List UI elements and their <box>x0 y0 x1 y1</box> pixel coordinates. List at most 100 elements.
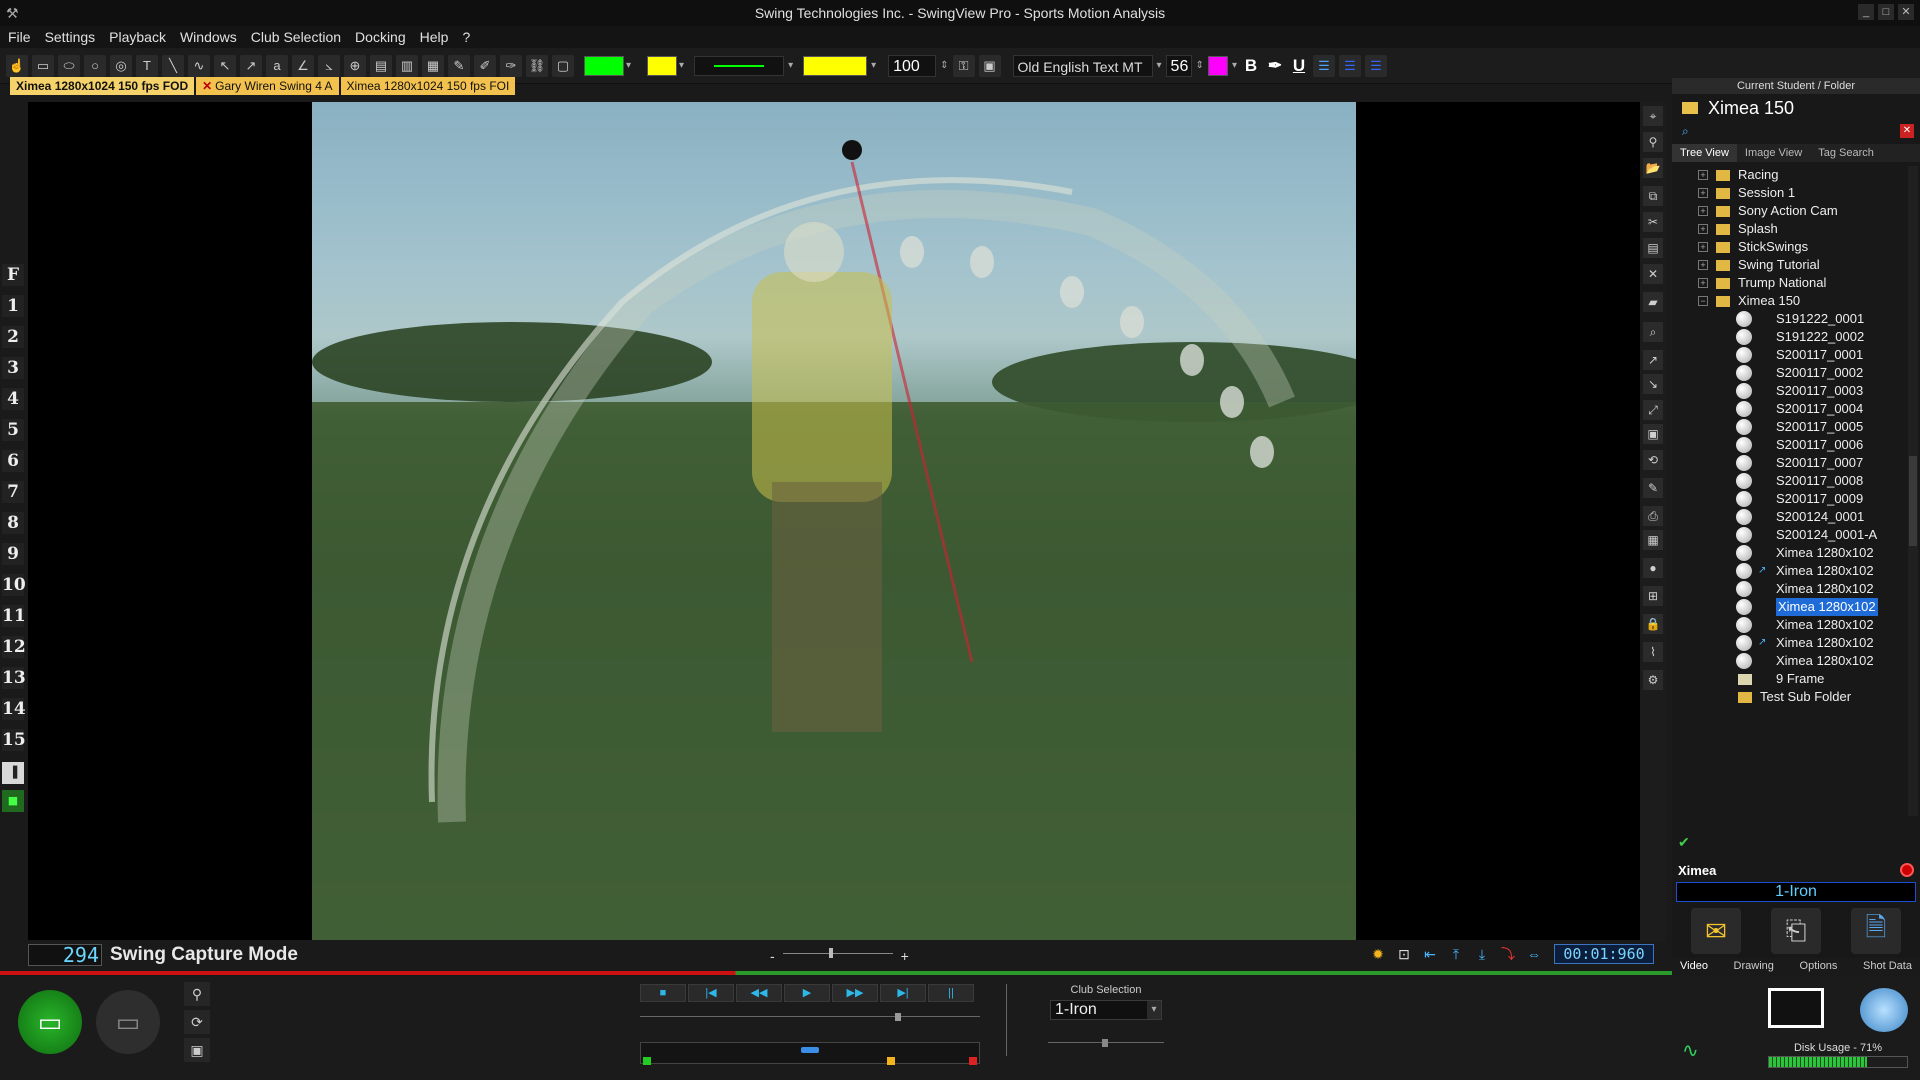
tree-file[interactable]: Ximea 1280x102 <box>1672 616 1912 634</box>
tree-file[interactable]: S200124_0001-A <box>1672 526 1912 544</box>
graph-icon[interactable]: ↗ <box>1643 350 1663 370</box>
text-tool-icon[interactable]: T <box>136 54 158 77</box>
stop-button[interactable]: ■ <box>640 984 686 1002</box>
expand-icon[interactable]: + <box>1698 188 1708 198</box>
tab-video[interactable]: Video <box>1680 960 1708 972</box>
angle-tool-icon[interactable]: ∠ <box>292 54 314 77</box>
tree-file[interactable]: Ximea 1280x102 <box>1672 544 1912 562</box>
tree-folder[interactable]: + Swing Tutorial <box>1672 256 1912 274</box>
monitor-icon[interactable]: ▣ <box>184 1038 210 1062</box>
swing-icon[interactable]: ⟳ <box>184 1010 210 1034</box>
font-select[interactable]: Old English Text MT <box>1012 54 1153 77</box>
tree-file[interactable]: S200117_0002 <box>1672 364 1912 382</box>
settings-tool-icon[interactable]: ⚙ <box>1643 670 1663 690</box>
grid-tool-icon[interactable]: ▦ <box>422 54 444 77</box>
eyedropper-icon[interactable]: ✑ <box>500 54 522 77</box>
opacity-input[interactable]: 100 <box>888 54 937 77</box>
chevron-down-icon[interactable]: ▾ <box>626 60 631 71</box>
label-11[interactable]: 11 <box>2 605 26 627</box>
pointer-tool-icon[interactable]: ☝ <box>6 54 28 77</box>
frame-icon[interactable]: ▢ <box>552 54 574 77</box>
rectangle-tool-icon[interactable]: ▭ <box>32 54 54 77</box>
lock-icon[interactable]: ⚿ <box>952 54 975 77</box>
line-style-select[interactable] <box>694 55 785 76</box>
tree-file[interactable]: S191222_0002 <box>1672 328 1912 346</box>
swing-video-frame[interactable] <box>312 102 1356 940</box>
tree-file[interactable]: S200117_0007 <box>1672 454 1912 472</box>
tab-gary-wiren[interactable]: ✕ Gary Wiren Swing 4 A <box>196 77 339 95</box>
menu-file[interactable]: File <box>8 29 31 45</box>
disc-icon[interactable] <box>1860 988 1908 1032</box>
expand-icon[interactable]: + <box>1698 278 1708 288</box>
zoom-slider[interactable] <box>782 948 893 959</box>
end-marker[interactable] <box>969 1057 977 1065</box>
menu-about[interactable]: ? <box>462 29 470 45</box>
lock-icon[interactable]: 🔒 <box>1643 614 1663 634</box>
delete-icon[interactable]: ✕ <box>1643 264 1663 284</box>
speed-slider-knob[interactable] <box>895 1013 901 1021</box>
zoom-slider-knob[interactable] <box>828 948 833 958</box>
zoom-icon[interactable]: ⌕ <box>1643 322 1663 342</box>
ruler-tool-icon[interactable]: ▤ <box>370 54 392 77</box>
club-slider-knob[interactable] <box>1102 1039 1108 1047</box>
waveform-icon[interactable]: ∿ <box>1682 1038 1712 1064</box>
tab-options[interactable]: Options <box>1800 960 1838 972</box>
tree-folder[interactable]: + Sony Action Cam <box>1672 202 1912 220</box>
tree-file[interactable]: S200117_0004 <box>1672 400 1912 418</box>
camera-icon[interactable]: ⚲ <box>1643 132 1663 152</box>
bold-button[interactable]: B <box>1241 56 1261 76</box>
circle-tool-icon[interactable]: ○ <box>84 54 106 77</box>
menu-settings[interactable]: Settings <box>45 29 96 45</box>
calculator-icon[interactable]: ▦ <box>1643 530 1663 550</box>
compass-tool-icon[interactable]: ⊕ <box>344 54 366 77</box>
tree-folder[interactable]: + StickSwings <box>1672 238 1912 256</box>
abc-tool-icon[interactable]: a <box>266 54 288 77</box>
paste-icon[interactable]: ▤ <box>1643 238 1663 258</box>
open-folder-icon[interactable]: 📂 <box>1643 158 1663 178</box>
expand-icon[interactable]: − <box>1698 296 1708 306</box>
link-icon[interactable]: ⛓ <box>526 54 548 77</box>
label-13[interactable]: 13 <box>2 667 26 689</box>
fast-forward-button[interactable]: ▶▶ <box>832 984 878 1002</box>
pause-button[interactable]: || <box>928 984 974 1002</box>
text-color-swatch[interactable] <box>1207 55 1228 76</box>
chevron-down-icon[interactable]: ▾ <box>679 60 684 71</box>
sun-icon[interactable]: ✹ <box>1368 944 1388 964</box>
copy-icon[interactable]: ⧉ <box>1643 186 1663 206</box>
range-icon[interactable]: ⇔ <box>1524 944 1544 964</box>
loop-icon[interactable]: ⟲ <box>1643 450 1663 470</box>
arrow-tool-icon[interactable]: ↖ <box>214 54 236 77</box>
clip-marker-icon[interactable]: ▐ <box>2 762 24 784</box>
tree-file[interactable]: S200117_0008 <box>1672 472 1912 490</box>
tree-file[interactable]: Ximea 1280x102 <box>1672 652 1912 670</box>
tree-file[interactable]: Ximea 1280x102 <box>1672 598 1912 616</box>
secondary-camera-button[interactable]: ▭ <box>96 990 160 1054</box>
tree-folder[interactable]: + Session 1 <box>1672 184 1912 202</box>
line-color-picker[interactable]: ▾ <box>578 55 637 76</box>
compare-icon[interactable]: ⊡ <box>1394 944 1414 964</box>
fill-color-swatch[interactable] <box>647 55 678 76</box>
font-size-input[interactable]: 56 <box>1165 54 1192 77</box>
pencil-icon[interactable]: ✎ <box>1643 478 1663 498</box>
label-9[interactable]: 9 <box>2 543 24 565</box>
chevron-down-icon[interactable]: ▾ <box>1232 60 1237 71</box>
label-4[interactable]: 4 <box>2 388 24 410</box>
tree-file[interactable]: S200117_0003 <box>1672 382 1912 400</box>
close-icon[interactable]: ✕ <box>202 79 212 93</box>
tab-ximea-foi[interactable]: Ximea 1280x1024 150 fps FOI <box>340 77 516 95</box>
minimize-button[interactable]: _ <box>1858 4 1874 20</box>
target-tool-icon[interactable]: ◎ <box>110 54 132 77</box>
club-select[interactable]: 1-Iron ▾ <box>1050 1000 1162 1020</box>
expand-icon[interactable]: + <box>1698 170 1708 180</box>
align-right-icon[interactable]: ☰ <box>1364 54 1387 77</box>
spinner-icon[interactable]: ⇕ <box>1196 60 1204 71</box>
close-button[interactable]: ✕ <box>1898 4 1914 20</box>
arrow2-tool-icon[interactable]: ↗ <box>240 54 262 77</box>
tab-shot-data[interactable]: Shot Data <box>1863 960 1912 972</box>
expand-icon[interactable]: + <box>1698 206 1708 216</box>
menu-club-selection[interactable]: Club Selection <box>251 29 341 45</box>
timeline-slider[interactable] <box>640 1042 980 1065</box>
record-camera-button[interactable]: ▭ <box>18 990 82 1054</box>
label-1[interactable]: 1 <box>2 295 24 317</box>
menu-windows[interactable]: Windows <box>180 29 237 45</box>
